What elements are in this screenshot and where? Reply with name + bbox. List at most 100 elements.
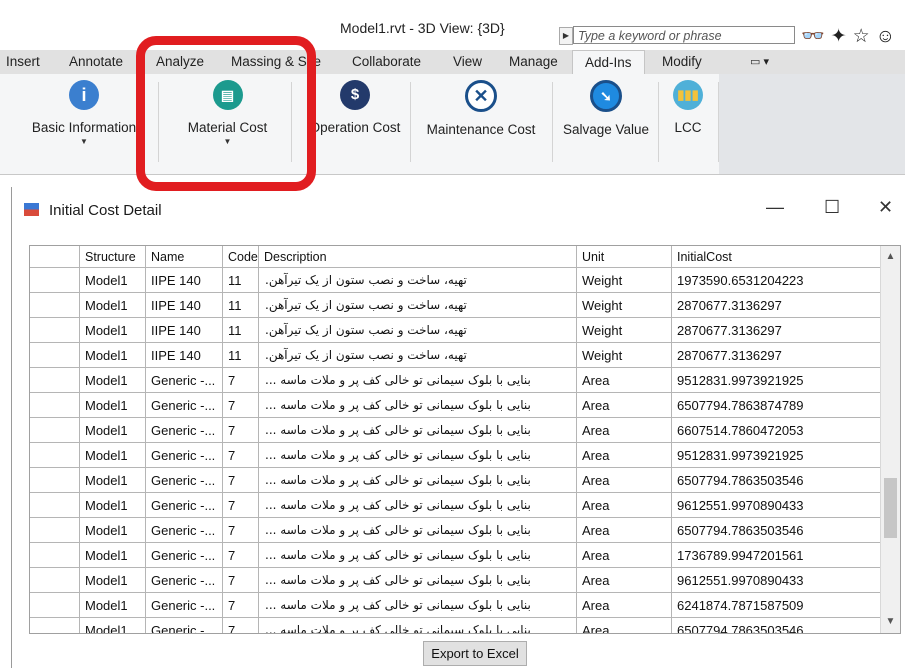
row-header[interactable] [30,268,80,293]
cell-unit[interactable]: Weight [577,268,672,293]
row-header[interactable] [30,293,80,318]
cell-initialcost[interactable]: 9612551.9970890433 [672,568,881,593]
minimize-button[interactable]: — [766,197,784,218]
salvage-value-button[interactable]: ➘ Salvage Value [558,80,654,137]
table-row[interactable]: Model1 Generic -... 7 بنایی با بلوک سیمانی … [30,593,881,618]
vertical-scrollbar[interactable]: ▲ ▼ [880,246,900,633]
binoculars-icon[interactable]: 👓 [801,26,831,47]
row-header[interactable] [30,393,80,418]
cell-code[interactable]: 7 [223,393,259,418]
tab-modify[interactable]: Modify [662,50,702,74]
tab-collaborate[interactable]: Collaborate [352,50,421,74]
cell-name[interactable]: Generic -... [146,493,223,518]
basic-information-button[interactable]: i Basic Information ▼ [28,80,140,146]
cell-name[interactable]: Generic -... [146,393,223,418]
cell-description[interactable]: بنایی با بلوک سیمانی تو خالی کف پر و ملا… [259,493,577,518]
cell-code[interactable]: 11 [223,268,259,293]
cell-initialcost[interactable]: 1973590.6531204223 [672,268,881,293]
cell-structure[interactable]: Model1 [80,343,146,368]
cell-description[interactable]: تهیه، ساخت و نصب ستون از یک تیرآهن. [259,318,577,343]
search-input[interactable]: Type a keyword or phrase [573,26,795,44]
cell-structure[interactable]: Model1 [80,543,146,568]
cell-structure[interactable]: Model1 [80,618,146,633]
tab-view[interactable]: View [453,50,482,74]
column-header-description[interactable]: Description [259,246,577,268]
cell-description[interactable]: بنایی با بلوک سیمانی تو خالی کف پر و ملا… [259,418,577,443]
table-row[interactable]: Model1 Generic -... 7 بنایی با بلوک سیمانی … [30,518,881,543]
table-row[interactable]: Model1 Generic -... 7 بنایی با بلوک سیمانی … [30,443,881,468]
cell-unit[interactable]: Area [577,618,672,633]
cell-description[interactable]: بنایی با بلوک سیمانی تو خالی کف پر و ملا… [259,618,577,633]
column-header-structure[interactable]: Structure [80,246,146,268]
cell-name[interactable]: Generic -... [146,443,223,468]
cell-initialcost[interactable]: 9512831.9973921925 [672,368,881,393]
cell-name[interactable]: IIPE 140 [146,293,223,318]
tab-insert[interactable]: Insert [6,50,40,74]
column-header-initialcost[interactable]: InitialCost [672,246,881,268]
cell-structure[interactable]: Model1 [80,393,146,418]
cell-code[interactable]: 7 [223,543,259,568]
cell-name[interactable]: IIPE 140 [146,318,223,343]
tab-add-ins[interactable]: Add-Ins [572,50,645,75]
cell-unit[interactable]: Area [577,593,672,618]
table-row[interactable]: Model1 Generic -... 7 بنایی با بلوک سیمانی … [30,368,881,393]
cell-unit[interactable]: Area [577,443,672,468]
table-row[interactable]: Model1 IIPE 140 11 تهیه، ساخت و نصب ستون از… [30,268,881,293]
cell-initialcost[interactable]: 2870677.3136297 [672,293,881,318]
cell-code[interactable]: 7 [223,593,259,618]
star-icon[interactable]: ☆ [853,26,876,47]
table-row[interactable]: Model1 Generic -... 7 بنایی با بلوک سیمانی … [30,418,881,443]
cell-description[interactable]: بنایی با بلوک سیمانی تو خالی کف پر و ملا… [259,543,577,568]
cell-unit[interactable]: Area [577,518,672,543]
cell-code[interactable]: 7 [223,443,259,468]
cell-description[interactable]: تهیه، ساخت و نصب ستون از یک تیرآهن. [259,343,577,368]
cell-name[interactable]: Generic -... [146,568,223,593]
row-header[interactable] [30,493,80,518]
row-header[interactable] [30,368,80,393]
cell-structure[interactable]: Model1 [80,293,146,318]
cell-unit[interactable]: Weight [577,318,672,343]
table-row[interactable]: Model1 Generic -... 7 بنایی با بلوک سیمانی … [30,568,881,593]
cell-code[interactable]: 7 [223,518,259,543]
user-icon[interactable]: ☺ [876,26,901,47]
cell-structure[interactable]: Model1 [80,318,146,343]
close-button[interactable]: ✕ [878,197,893,218]
table-row[interactable]: Model1 Generic -... 7 بنایی با بلوک سیمانی … [30,493,881,518]
cell-initialcost[interactable]: 6241874.7871587509 [672,593,881,618]
cell-code[interactable]: 7 [223,568,259,593]
column-header-unit[interactable]: Unit [577,246,672,268]
cell-initialcost[interactable]: 2870677.3136297 [672,343,881,368]
cell-name[interactable]: Generic -... [146,368,223,393]
cell-unit[interactable]: Area [577,568,672,593]
cell-code[interactable]: 7 [223,468,259,493]
initial-cost-grid[interactable]: Structure Name Code Description Unit Ini… [29,245,901,634]
cell-name[interactable]: IIPE 140 [146,343,223,368]
row-header[interactable] [30,443,80,468]
cell-unit[interactable]: Area [577,368,672,393]
cell-structure[interactable]: Model1 [80,593,146,618]
cell-unit[interactable]: Area [577,393,672,418]
cell-structure[interactable]: Model1 [80,468,146,493]
row-header[interactable] [30,418,80,443]
cell-initialcost[interactable]: 1736789.9947201561 [672,543,881,568]
scroll-up-icon[interactable]: ▲ [881,248,900,266]
cell-initialcost[interactable]: 6507794.7863503546 [672,618,881,633]
cell-initialcost[interactable]: 9512831.9973921925 [672,443,881,468]
cell-initialcost[interactable]: 9612551.9970890433 [672,493,881,518]
cell-name[interactable]: Generic -... [146,418,223,443]
row-header[interactable] [30,543,80,568]
row-header[interactable] [30,618,80,633]
cell-unit[interactable]: Area [577,543,672,568]
subscription-icon[interactable]: ✦ [831,26,853,47]
cell-code[interactable]: 11 [223,343,259,368]
row-header[interactable] [30,568,80,593]
tab-manage[interactable]: Manage [509,50,558,74]
table-row[interactable]: Model1 Generic -... 7 بنایی با بلوک سیمانی … [30,468,881,493]
cell-unit[interactable]: Weight [577,293,672,318]
cell-code[interactable]: 7 [223,493,259,518]
cell-name[interactable]: IIPE 140 [146,268,223,293]
cell-description[interactable]: تهیه، ساخت و نصب ستون از یک تیرآهن. [259,268,577,293]
ribbon-minimize-toggle[interactable]: ▭ ▾ [750,50,769,74]
cell-structure[interactable]: Model1 [80,493,146,518]
row-header[interactable] [30,468,80,493]
